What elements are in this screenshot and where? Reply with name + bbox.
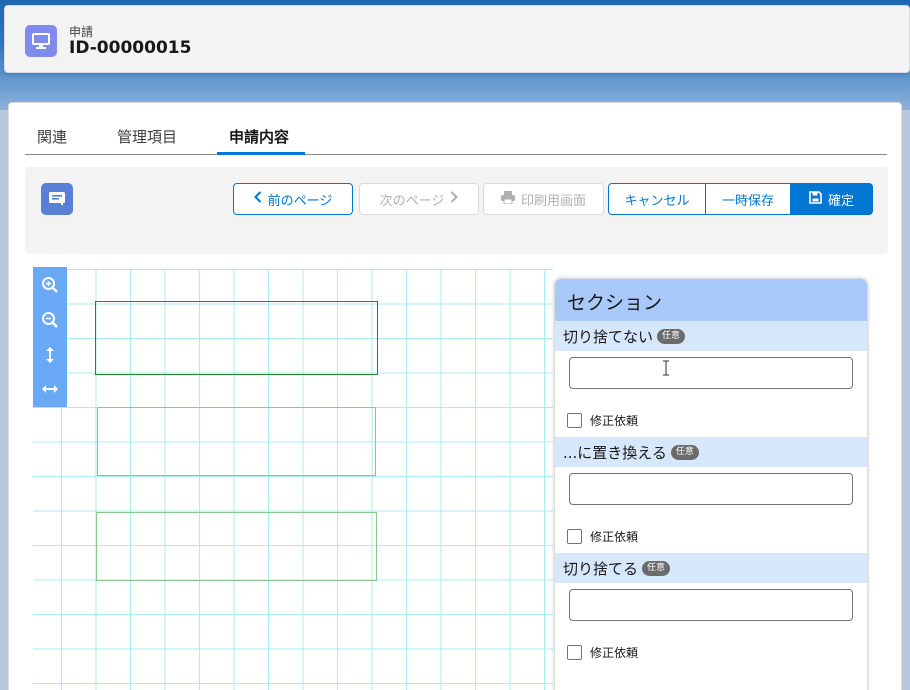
tab-related[interactable]: 関連 [37, 126, 67, 147]
cancel-label: キャンセル [624, 193, 690, 209]
revision-request-row: 修正依頼 [555, 389, 867, 437]
cancel-button[interactable]: キャンセル [608, 183, 706, 215]
confirm-label: 確定 [827, 193, 854, 209]
optional-badge: 任意 [670, 444, 699, 460]
monitor-icon [25, 25, 57, 57]
revision-request-checkbox[interactable] [567, 528, 582, 544]
revision-request-row: 修正依頼 [555, 621, 867, 669]
revision-request-checkbox[interactable] [567, 644, 582, 660]
field-box[interactable] [97, 407, 376, 476]
save-icon [809, 190, 822, 208]
tab-application-content[interactable]: 申請内容 [229, 126, 289, 147]
save-draft-label: 一時保存 [721, 193, 774, 209]
next-page-button[interactable]: 次のページ [359, 183, 479, 215]
tab-management[interactable]: 管理項目 [117, 126, 177, 147]
text-input-no-truncate[interactable] [569, 357, 853, 389]
field-label-text: 切り捨てる [563, 559, 639, 578]
text-input-replace[interactable] [569, 473, 853, 505]
zoom-in-icon[interactable] [40, 275, 60, 295]
fit-height-icon[interactable] [40, 345, 60, 365]
tab-bar: 関連 管理項目 申請内容 [25, 121, 887, 155]
zoom-out-icon[interactable] [40, 310, 60, 330]
main-card: 関連 管理項目 申請内容 前のページ 次のページ 印刷用画面 キャンセル 一時保… [8, 102, 902, 690]
text-input-truncate[interactable] [569, 589, 853, 621]
field-label-text: 切り捨てない [563, 327, 654, 346]
form-icon [41, 183, 73, 215]
section-panel: セクション 切り捨てない 任意 修正依頼 ...に置き換える 任意 修正依頼 切… [555, 279, 867, 690]
revision-request-label: 修正依頼 [590, 529, 639, 544]
optional-badge: 任意 [642, 560, 671, 576]
confirm-button[interactable]: 確定 [791, 183, 873, 215]
fit-width-icon[interactable] [40, 379, 60, 399]
section-title: セクション [555, 279, 867, 321]
field-label-text: ...に置き換える [563, 443, 667, 462]
revision-request-label: 修正依頼 [590, 413, 639, 428]
record-title: ID-00000015 [69, 38, 192, 58]
toolbar: 前のページ 次のページ 印刷用画面 キャンセル 一時保存 確定 [25, 167, 888, 254]
document-canvas[interactable] [33, 269, 553, 690]
printer-icon [500, 190, 515, 208]
text-cursor-icon [662, 360, 670, 380]
field-box-selected[interactable] [95, 301, 378, 375]
active-tab-indicator [217, 152, 305, 155]
next-page-label: 次のページ [379, 193, 445, 209]
field-label-truncate: 切り捨てる 任意 [555, 553, 867, 583]
optional-badge: 任意 [657, 328, 686, 344]
prev-page-label: 前のページ [267, 193, 333, 209]
field-box[interactable] [96, 512, 377, 581]
revision-request-label: 修正依頼 [590, 645, 639, 660]
print-view-label: 印刷用画面 [520, 193, 586, 209]
revision-request-checkbox[interactable] [567, 412, 582, 428]
revision-request-row: 修正依頼 [555, 505, 867, 553]
chevron-right-icon [450, 191, 459, 207]
prev-page-button[interactable]: 前のページ [233, 183, 353, 215]
save-draft-button[interactable]: 一時保存 [706, 183, 791, 215]
record-header: 申請 ID-00000015 [4, 5, 910, 73]
field-label-replace: ...に置き換える 任意 [555, 437, 867, 467]
chevron-left-icon [253, 191, 262, 207]
field-label-no-truncate: 切り捨てない 任意 [555, 321, 867, 351]
print-view-button[interactable]: 印刷用画面 [483, 183, 604, 215]
zoom-toolbar [33, 267, 67, 407]
